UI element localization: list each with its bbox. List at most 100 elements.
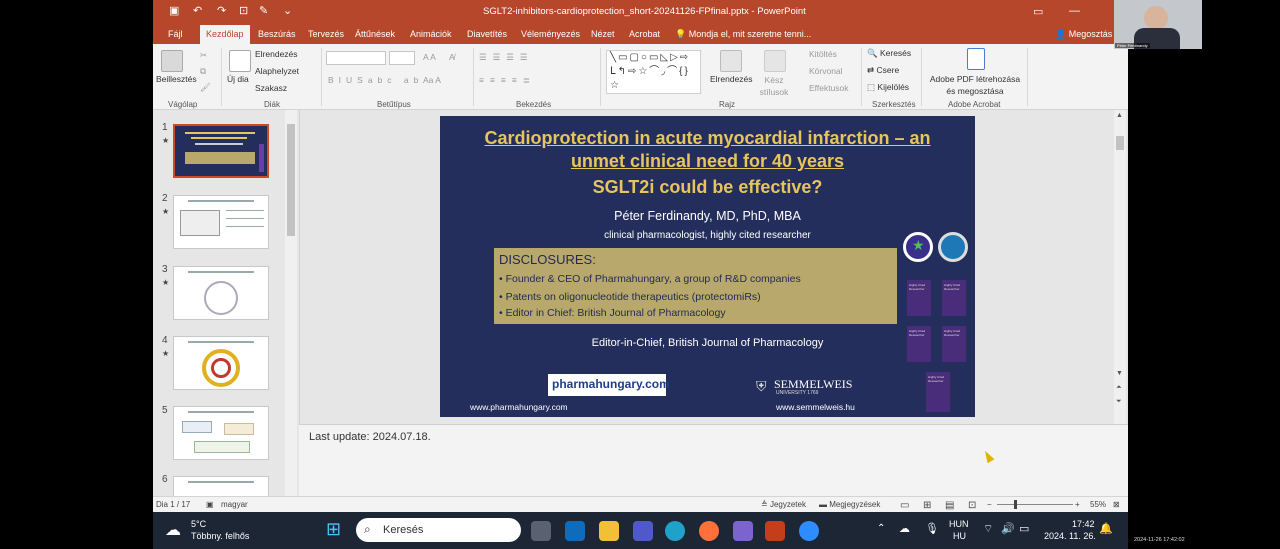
task-view-icon[interactable] <box>531 521 551 541</box>
battery-icon[interactable]: ▭ <box>1019 522 1029 535</box>
scroll-up-icon[interactable]: ▲ <box>1116 112 1123 119</box>
firefox-icon[interactable] <box>699 521 719 541</box>
spellcheck-icon[interactable]: ▣ <box>206 500 214 509</box>
present-icon[interactable]: ⊡ <box>239 4 248 17</box>
font-format-icons[interactable]: BIUSabc ab <box>328 75 423 85</box>
thumbnail-slide-3[interactable] <box>173 266 269 320</box>
thumbnail-scrollbar[interactable] <box>285 110 297 496</box>
shape-effects-button[interactable]: Effektusok <box>809 83 849 93</box>
grow-font-icon[interactable]: A A <box>423 52 436 62</box>
notification-bell-icon[interactable]: 🔔 <box>1099 522 1113 535</box>
scrollbar-thumb[interactable] <box>1116 136 1124 150</box>
comments-toggle[interactable]: ▬ Megjegyzések <box>819 500 880 509</box>
tab-design[interactable]: Tervezés <box>308 29 344 39</box>
weather-desc[interactable]: Többny. felhős <box>191 531 249 541</box>
thumbnail-slide-4[interactable] <box>173 336 269 390</box>
customize-icon[interactable]: ⌄ <box>283 4 292 17</box>
scroll-down-icon[interactable]: ▼ <box>1116 370 1123 377</box>
align-icons[interactable]: ≡≡≡≡≣ <box>479 75 536 86</box>
create-pdf-button[interactable]: Adobe PDF létrehozása és megosztása <box>925 73 1025 97</box>
taskbar-search[interactable]: ⌕ Keresés <box>356 518 521 542</box>
onedrive-icon[interactable]: ☁ <box>899 522 910 535</box>
tab-file[interactable]: Fájl <box>168 29 183 39</box>
tab-transitions[interactable]: Áttűnések <box>355 29 395 39</box>
next-slide-icon[interactable]: ⏷ <box>1116 398 1122 406</box>
shape-fill-button[interactable]: Kitöltés <box>809 49 837 59</box>
clear-format-icon[interactable]: A̸ <box>449 52 455 62</box>
minimize-icon[interactable]: — <box>1069 5 1080 17</box>
lang-line2[interactable]: HU <box>953 531 966 541</box>
notes-toggle[interactable]: ≜ Jegyzetek <box>761 500 806 509</box>
outlook-icon[interactable] <box>565 521 585 541</box>
file-explorer-icon[interactable] <box>599 521 619 541</box>
undo-icon[interactable]: ↶ <box>193 4 202 17</box>
save-icon[interactable]: ▣ <box>169 4 179 17</box>
tab-view[interactable]: Nézet <box>591 29 615 39</box>
share-button[interactable]: 👤 Megosztás <box>1055 29 1112 40</box>
reset-button[interactable]: Alaphelyzet <box>255 66 299 76</box>
lang-line1[interactable]: HUN <box>949 519 969 529</box>
volume-icon[interactable]: 🔊 <box>1001 522 1015 535</box>
shape-outline-button[interactable]: Körvonal <box>809 66 843 76</box>
pen-icon[interactable]: ✎ <box>259 4 268 17</box>
editor-scrollbar[interactable]: ▲ ▼ ⏶ ⏷ <box>1114 110 1126 424</box>
zoom-icon[interactable] <box>799 521 819 541</box>
powerpoint-icon[interactable] <box>765 521 785 541</box>
tab-slideshow[interactable]: Diavetítés <box>467 29 507 39</box>
new-slide-button[interactable]: Új dia <box>227 74 249 84</box>
layout-button[interactable]: Elrendezés <box>255 49 298 59</box>
scrollbar-thumb[interactable] <box>287 124 295 236</box>
quick-styles-button[interactable]: Kész stílusok <box>757 74 791 98</box>
language-label[interactable]: magyar <box>221 500 248 509</box>
cut-icon[interactable]: ✂ <box>200 50 207 61</box>
zoom-out-icon[interactable]: − <box>987 500 992 509</box>
thumbnail-slide-6[interactable] <box>173 476 269 496</box>
ribbon-display-icon[interactable]: ▭ <box>1033 5 1043 18</box>
zoom-in-icon[interactable]: + <box>1075 500 1080 509</box>
thumbnail-slide-2[interactable] <box>173 195 269 249</box>
font-size-field[interactable] <box>389 51 415 65</box>
arrange-button[interactable]: Elrendezés <box>710 74 753 84</box>
tab-acrobat[interactable]: Acrobat <box>629 29 660 39</box>
tell-me-search[interactable]: 💡 Mondja el, mit szeretne tenni... <box>675 29 811 40</box>
copy-icon[interactable]: ⧉ <box>200 66 206 77</box>
prev-slide-icon[interactable]: ⏶ <box>1116 384 1122 392</box>
clock-time[interactable]: 17:42 <box>1072 519 1095 529</box>
tab-home[interactable]: Kezdőlap <box>200 25 250 44</box>
thumbnail-slide-1[interactable] <box>173 124 269 178</box>
weather-temp[interactable]: 5°C <box>191 519 206 529</box>
new-slide-icon[interactable] <box>229 50 251 72</box>
adobe-pdf-icon[interactable] <box>967 48 985 70</box>
paste-icon[interactable] <box>161 50 183 72</box>
tab-insert[interactable]: Beszúrás <box>258 29 296 39</box>
shapes-gallery[interactable]: ╲▭▢○▭◺▷⇨ ᒪ↰⇨☆⌒◞⌒{}☆ <box>606 50 701 94</box>
redo-icon[interactable]: ↷ <box>217 4 226 17</box>
normal-view-icon[interactable]: ▭ <box>900 500 909 511</box>
clock-date[interactable]: 2024. 11. 26. <box>1044 531 1096 541</box>
paste-button[interactable]: Beillesztés <box>156 74 197 84</box>
font-color-icon[interactable]: Aa A <box>423 75 441 85</box>
font-name-field[interactable] <box>326 51 386 65</box>
microphone-icon[interactable]: 🎙 <box>925 522 939 535</box>
zoom-slider-thumb[interactable] <box>1014 500 1017 509</box>
reading-view-icon[interactable]: ▤ <box>945 500 954 511</box>
teams-icon[interactable] <box>633 521 653 541</box>
windows-start-icon[interactable]: ⊞ <box>326 519 341 540</box>
section-button[interactable]: Szakasz <box>255 83 287 93</box>
arrange-icon[interactable] <box>720 50 742 72</box>
tab-animations[interactable]: Animációk <box>410 29 452 39</box>
zoom-slider[interactable] <box>997 504 1073 505</box>
thumbnail-slide-5[interactable] <box>173 406 269 460</box>
replace-button[interactable]: ⇄ Csere <box>867 65 899 76</box>
edge-icon[interactable] <box>665 521 685 541</box>
sorter-view-icon[interactable]: ⊞ <box>923 500 931 511</box>
current-slide[interactable]: Cardioprotection in acute myocardial inf… <box>440 116 975 417</box>
format-painter-icon[interactable]: 🖌 <box>200 82 211 93</box>
slideshow-view-icon[interactable]: ⊡ <box>968 500 976 511</box>
app-icon[interactable] <box>733 521 753 541</box>
fit-slide-icon[interactable]: ⊠ <box>1113 500 1120 509</box>
find-button[interactable]: 🔍 Keresés <box>867 48 911 59</box>
tab-review[interactable]: Véleményezés <box>521 29 580 39</box>
chevron-up-icon[interactable]: ⌃ <box>877 523 885 534</box>
wifi-icon[interactable]: ⌔ <box>983 522 993 536</box>
